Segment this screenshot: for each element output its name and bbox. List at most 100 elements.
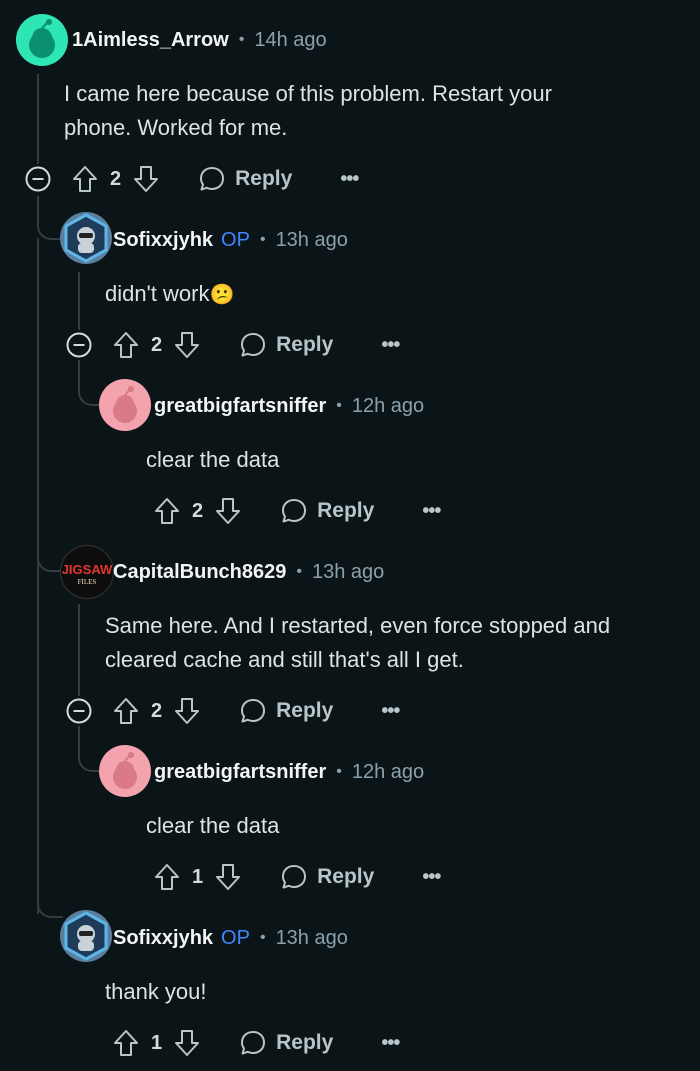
downvote-button[interactable] [174, 1029, 200, 1057]
more-options-button[interactable]: ••• [381, 334, 400, 357]
thread-elbow [37, 520, 63, 572]
snoo-icon [113, 752, 137, 789]
hexagon-snoo-icon [64, 213, 108, 263]
timestamp: 14h ago [254, 28, 327, 51]
downvote-button[interactable] [174, 331, 200, 359]
comment-body: thank you! [105, 975, 207, 1009]
upvote-button[interactable] [113, 697, 139, 725]
more-options-button[interactable]: ••• [381, 1032, 400, 1055]
minus-circle-icon[interactable] [25, 166, 51, 192]
separator-dot: • [238, 31, 245, 48]
thread-elbow [37, 196, 63, 240]
comment-body: clear the data [146, 443, 279, 477]
avatar[interactable] [99, 379, 151, 431]
comment-text-line: I came here because of this problem. Res… [64, 81, 552, 106]
downvote-button[interactable] [174, 697, 200, 725]
thread-line-c4 [78, 604, 80, 696]
downvote-button[interactable] [133, 165, 159, 193]
avatar[interactable]: JIGSAW FILES [60, 545, 114, 599]
arrow-down-icon [175, 1030, 200, 1056]
arrow-down-icon [216, 864, 241, 890]
reply-label: Reply [276, 333, 334, 356]
comment-meta: Sofixxjyhk OP • 13h ago [113, 227, 348, 253]
timestamp: 12h ago [351, 394, 425, 417]
reply-button[interactable]: Reply [281, 498, 374, 524]
vote-count: 1 [192, 865, 204, 888]
arrow-up-icon [114, 698, 138, 724]
timestamp: 12h ago [351, 760, 425, 783]
avatar[interactable] [60, 212, 112, 264]
username[interactable]: Sofixxjyhk [113, 229, 213, 252]
comment-actions: 1 Reply ••• [154, 861, 441, 893]
comment-body: Same here. And I restarted, even force s… [105, 609, 610, 677]
upvote-button[interactable] [72, 165, 98, 193]
comment-text-line: phone. Worked for me. [64, 115, 288, 140]
comment-meta: Sofixxjyhk OP • 13h ago [113, 925, 348, 951]
comment-meta: greatbigfartsniffer • 12h ago [154, 393, 424, 419]
more-options-button[interactable]: ••• [340, 168, 359, 191]
reply-label: Reply [317, 865, 375, 888]
comment-body: I came here because of this problem. Res… [64, 77, 552, 145]
separator-dot: • [259, 929, 266, 946]
comment-text-line: Same here. And I restarted, even force s… [105, 613, 611, 638]
downvote-button[interactable] [215, 497, 241, 525]
username[interactable]: Sofixxjyhk [113, 927, 213, 950]
avatar[interactable] [60, 910, 112, 962]
comment-text-line: cleared cache and still that's all I get… [105, 647, 464, 672]
username[interactable]: greatbigfartsniffer [154, 395, 326, 418]
arrow-up-icon [155, 498, 179, 524]
upvote-button[interactable] [154, 497, 180, 525]
upvote-button[interactable] [113, 1029, 139, 1057]
vote-count: 2 [151, 699, 163, 722]
comment-actions: 2 Reply ••• [113, 329, 400, 361]
comment-text-line: didn't work [105, 281, 210, 306]
reply-label: Reply [235, 167, 293, 190]
reply-button[interactable]: Reply [240, 698, 333, 724]
upvote-button[interactable] [154, 863, 180, 891]
username[interactable]: 1Aimless_Arrow [72, 29, 229, 52]
arrow-up-icon [114, 332, 138, 358]
downvote-button[interactable] [215, 863, 241, 891]
comment-text-line: clear the data [146, 447, 280, 472]
speech-bubble-icon [282, 865, 307, 889]
comment-text-line: clear the data [146, 813, 280, 838]
more-options-button[interactable]: ••• [422, 500, 441, 523]
reply-button[interactable]: Reply [240, 332, 333, 358]
separator-dot: • [296, 563, 302, 580]
comment-body: didn't work😕 [105, 277, 234, 312]
reply-button[interactable]: Reply [240, 1030, 333, 1056]
arrow-down-icon [134, 166, 159, 192]
comment-actions: 2 Reply ••• [154, 495, 441, 527]
more-options-button[interactable]: ••• [422, 866, 441, 889]
arrow-up-icon [155, 864, 179, 890]
reply-button[interactable]: Reply [199, 166, 292, 192]
avatar[interactable] [99, 745, 151, 797]
snoo-icon [113, 386, 137, 423]
arrow-down-icon [175, 698, 200, 724]
speech-bubble-icon [241, 333, 266, 357]
speech-bubble-icon [282, 499, 307, 523]
vote-count: 2 [110, 167, 122, 190]
separator-dot: • [259, 231, 266, 248]
upvote-button[interactable] [113, 331, 139, 359]
username[interactable]: greatbigfartsniffer [154, 761, 326, 784]
minus-circle-icon[interactable] [66, 332, 92, 358]
speech-bubble-icon [241, 1031, 266, 1055]
thread-line-c2 [78, 272, 80, 330]
svg-text:FILES: FILES [78, 578, 97, 586]
username[interactable]: CapitalBunch8629 [113, 561, 286, 584]
reply-label: Reply [276, 1031, 334, 1054]
minus-circle-icon[interactable] [66, 698, 92, 724]
comment-body: clear the data [146, 809, 279, 843]
arrow-down-icon [175, 332, 200, 358]
arrow-up-icon [73, 166, 97, 192]
more-options-button[interactable]: ••• [381, 700, 400, 723]
vote-count: 1 [151, 1031, 163, 1054]
hexagon-snoo-icon [64, 911, 108, 961]
comment-meta: CapitalBunch8629 • 13h ago [113, 559, 384, 585]
comment-meta: 1Aimless_Arrow • 14h ago [72, 27, 327, 53]
avatar[interactable] [16, 14, 68, 66]
reply-button[interactable]: Reply [281, 864, 374, 890]
vote-count: 2 [151, 333, 163, 356]
speech-bubble-icon [241, 699, 266, 723]
